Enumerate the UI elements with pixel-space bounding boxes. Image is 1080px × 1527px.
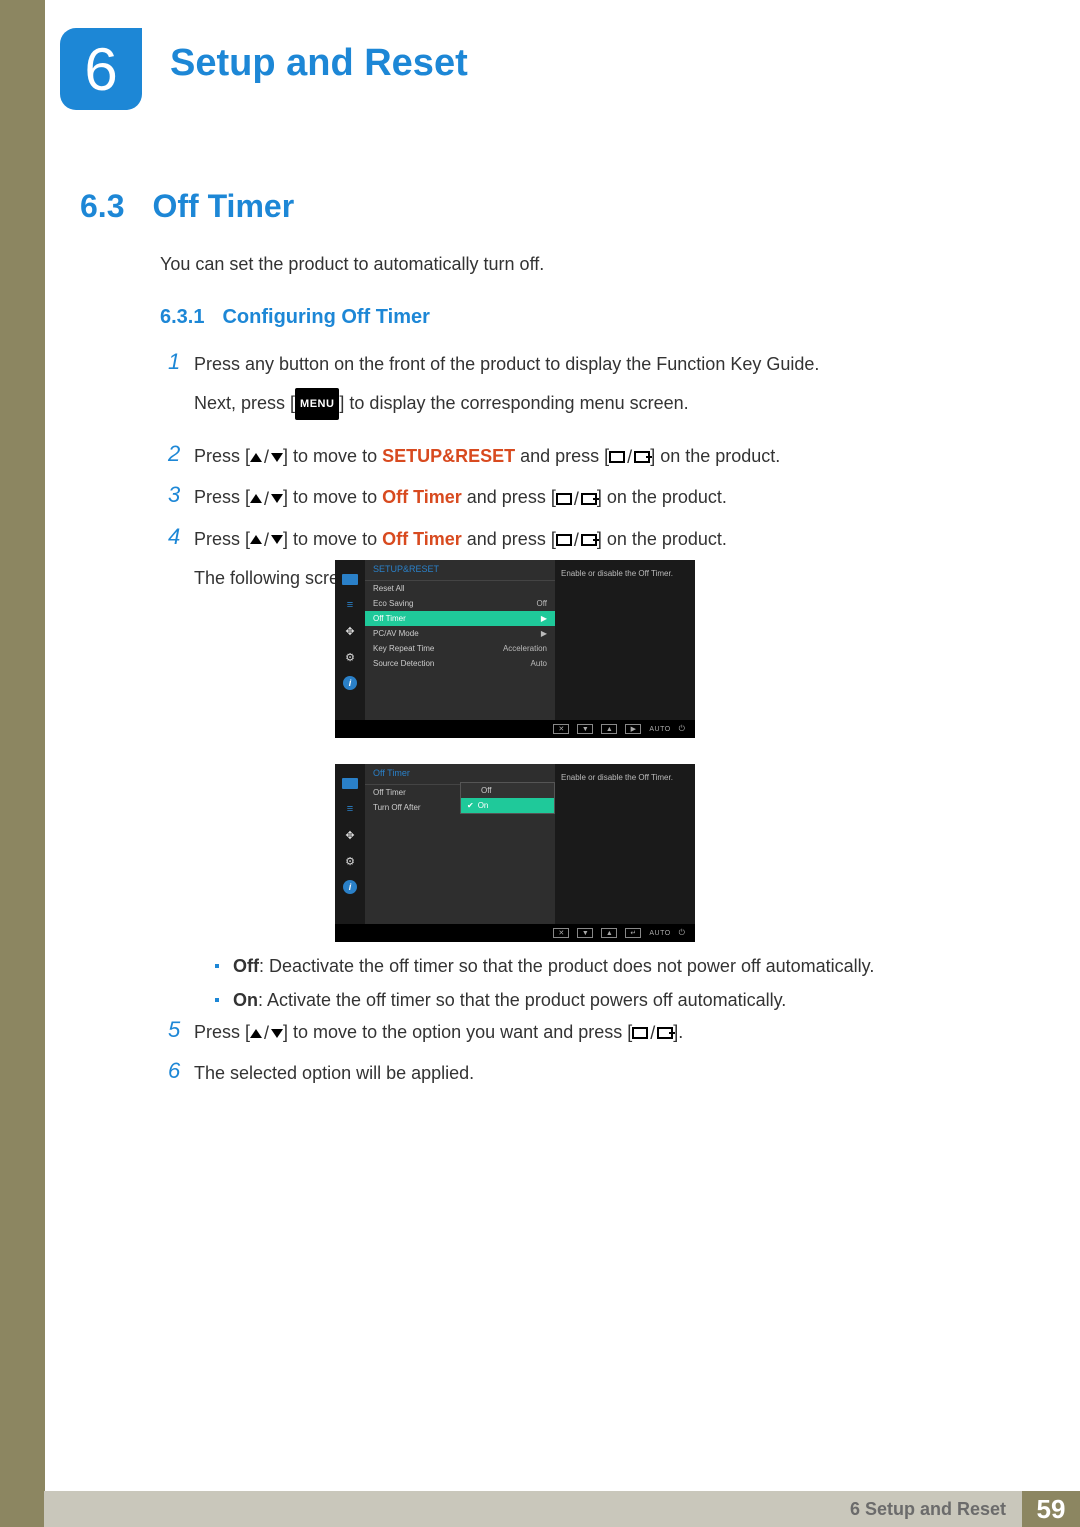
step-2: 2 Press [/] to move to SETUP&RESET and p… [168,442,938,471]
footer-chapter-label: 6 Setup and Reset [44,1491,1022,1527]
information-icon: i [341,676,359,690]
exit-icon: ✕ [553,724,569,734]
step-text: Press [/] to move to the option you want… [194,1018,683,1047]
page-footer: 6 Setup and Reset 59 [0,1491,1080,1527]
step-number: 2 [168,442,194,466]
step-text: The selected option will be applied. [194,1059,474,1087]
osd-screenshot-off-timer: ≡ ✥ ⚙ i Off Timer Off Timer Turn Off Aft… [335,764,695,942]
step-5: 5 Press [/] to move to the option you wa… [168,1018,938,1047]
power-icon: ⏻ [679,928,685,938]
checkmark-icon: ✔ [467,801,474,810]
color-icon: ≡ [341,802,359,816]
page-number: 59 [1022,1491,1080,1527]
option-off: Off [461,783,554,798]
osd-dropdown-panel: Off ✔On [460,782,555,814]
subsection-title: Configuring Off Timer [222,306,429,328]
step-number: 5 [168,1018,194,1042]
bullet-icon [215,998,219,1002]
section-heading: 6.3 Off Timer [80,188,294,225]
picture-icon [341,776,359,790]
section-title: Off Timer [152,188,294,224]
down-icon: ▼ [577,724,593,734]
exit-icon: ✕ [553,928,569,938]
chapter-title: Setup and Reset [170,42,468,85]
size-position-icon: ✥ [341,624,359,638]
picture-icon [341,572,359,586]
up-down-arrow-icon: / [250,1019,283,1047]
osd-description: Enable or disable the Off Timer. [555,560,695,720]
enter-source-icon: / [632,1019,673,1047]
step-text: Press [/] to move to Off Timer and press… [194,483,727,512]
step-number: 1 [168,350,194,374]
steps-list-cont: 5 Press [/] to move to the option you wa… [168,1018,938,1099]
step-6: 6 The selected option will be applied. [168,1059,938,1087]
section-number: 6.3 [80,188,124,224]
menu-button-icon: MENU [295,388,339,420]
osd-footer-controls: ✕ ▼ ▲ ↵ AUTO ⏻ [335,924,695,942]
step-number: 3 [168,483,194,507]
right-icon: ▶ [625,724,641,734]
step-number: 4 [168,525,194,549]
osd-menu-title: SETUP&RESET [365,560,555,581]
step-text: Next, press [MENU] to display the corres… [194,388,819,420]
bullet-off: Off: Deactivate the off timer so that th… [215,952,935,980]
size-position-icon: ✥ [341,828,359,842]
section-intro: You can set the product to automatically… [160,254,544,275]
down-icon: ▼ [577,928,593,938]
osd-menu-list: SETUP&RESET Reset All Eco SavingOff Off … [365,560,555,720]
osd-row-key-repeat: Key Repeat TimeAcceleration [365,641,555,656]
osd-row-pcav-mode: PC/AV Mode▶ [365,626,555,641]
subsection-number: 6.3.1 [160,306,204,328]
osd-row-off-timer: Off Timer▶ [365,611,555,626]
step-text: Press [/] to move to SETUP&RESET and pre… [194,442,780,471]
osd-row-reset-all: Reset All [365,581,555,596]
step-text: Press any button on the front of the pro… [194,350,819,378]
up-icon: ▲ [601,724,617,734]
osd-row-source-detection: Source DetectionAuto [365,656,555,671]
color-icon: ≡ [341,598,359,612]
power-icon: ⏻ [679,724,685,734]
enter-source-icon: / [556,485,597,513]
osd-category-icons: ≡ ✥ ⚙ i [335,560,365,720]
chapter-number: 6 [84,35,117,104]
enter-source-icon: / [556,526,597,554]
up-down-arrow-icon: / [250,485,283,513]
auto-label: AUTO [649,726,670,733]
osd-category-icons: ≡ ✥ ⚙ i [335,764,365,924]
step-number: 6 [168,1059,194,1083]
up-down-arrow-icon: / [250,443,283,471]
osd-description: Enable or disable the Off Timer. [555,764,695,924]
information-icon: i [341,880,359,894]
up-icon: ▲ [601,928,617,938]
up-down-arrow-icon: / [250,526,283,554]
step-text: Press [/] to move to Off Timer and press… [194,525,727,554]
auto-label: AUTO [649,930,670,937]
enter-icon: ↵ [625,928,641,938]
enter-source-icon: / [609,443,650,471]
setup-reset-icon: ⚙ [341,650,359,664]
osd-row-eco-saving: Eco SavingOff [365,596,555,611]
option-description-list: Off: Deactivate the off timer so that th… [215,952,935,1020]
osd-screenshot-setup-reset: ≡ ✥ ⚙ i SETUP&RESET Reset All Eco Saving… [335,560,695,738]
setup-reset-icon: ⚙ [341,854,359,868]
left-sidebar [0,0,45,1527]
bullet-on: On: Activate the off timer so that the p… [215,986,935,1014]
chapter-badge: 6 [60,28,142,110]
bullet-icon [215,964,219,968]
osd-footer-controls: ✕ ▼ ▲ ▶ AUTO ⏻ [335,720,695,738]
subsection-heading: 6.3.1 Configuring Off Timer [160,306,430,329]
step-1: 1 Press any button on the front of the p… [168,350,938,430]
option-on: ✔On [461,798,554,813]
step-3: 3 Press [/] to move to Off Timer and pre… [168,483,938,512]
